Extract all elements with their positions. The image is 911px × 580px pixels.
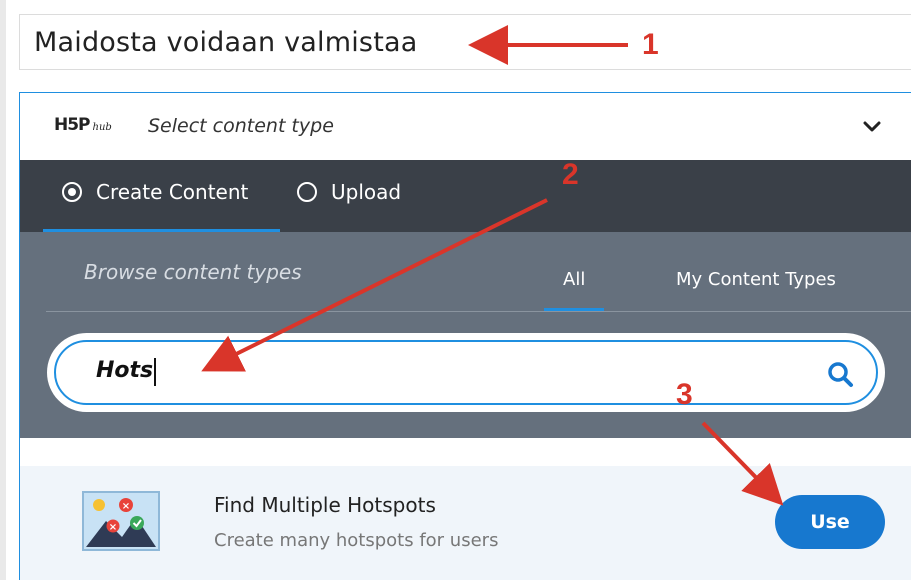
radio-unselected-icon (297, 182, 317, 202)
mode-tabbar: Create Content Upload (20, 160, 911, 232)
tab-upload[interactable]: Upload (297, 180, 401, 204)
browse-panel: Browse content types All My Content Type… (20, 232, 911, 438)
annotation-label-2: 2 (562, 158, 579, 191)
tab-create-content-label: Create Content (96, 180, 249, 204)
svg-text:×: × (109, 522, 117, 533)
result-description: Create many hotspots for users (214, 530, 499, 551)
filter-tab-my-content-types[interactable]: My Content Types (676, 269, 836, 290)
h5p-hub: H5P hub Select content type Create Conte… (19, 92, 911, 580)
browse-divider (46, 311, 911, 312)
search-icon[interactable] (826, 360, 854, 388)
svg-text:×: × (122, 501, 130, 512)
search-box: Hots (47, 333, 885, 412)
use-button[interactable]: Use (775, 495, 885, 549)
left-border (0, 0, 6, 580)
select-content-type-label: Select content type (148, 115, 334, 137)
logo-main-text: H5P (54, 115, 91, 135)
hub-header[interactable]: H5P hub Select content type (20, 93, 911, 160)
tab-create-content[interactable]: Create Content (62, 180, 248, 204)
logo-sub-text: hub (92, 122, 112, 133)
radio-selected-icon (62, 182, 82, 202)
tab-upload-label: Upload (331, 180, 402, 204)
title-input[interactable]: Maidosta voidaan valmistaa (19, 14, 911, 70)
result-title: Find Multiple Hotspots (214, 493, 436, 517)
text-caret (154, 358, 156, 386)
h5p-hub-logo: H5P hub (54, 115, 112, 135)
annotation-label-1: 1 (642, 28, 659, 61)
chevron-down-icon[interactable] (862, 117, 882, 137)
browse-title: Browse content types (84, 260, 302, 284)
page: Maidosta voidaan valmistaa H5P hub Selec… (0, 0, 911, 580)
title-input-value: Maidosta voidaan valmistaa (34, 26, 418, 58)
annotation-label-3: 3 (676, 378, 693, 411)
content-type-thumbnail-icon: × × (82, 491, 160, 551)
search-input[interactable]: Hots (54, 340, 878, 405)
list-item[interactable]: × × Find Multiple Hotspots Create many h… (20, 466, 911, 580)
filter-tab-all[interactable]: All (563, 269, 585, 290)
search-input-value: Hots (96, 358, 154, 383)
